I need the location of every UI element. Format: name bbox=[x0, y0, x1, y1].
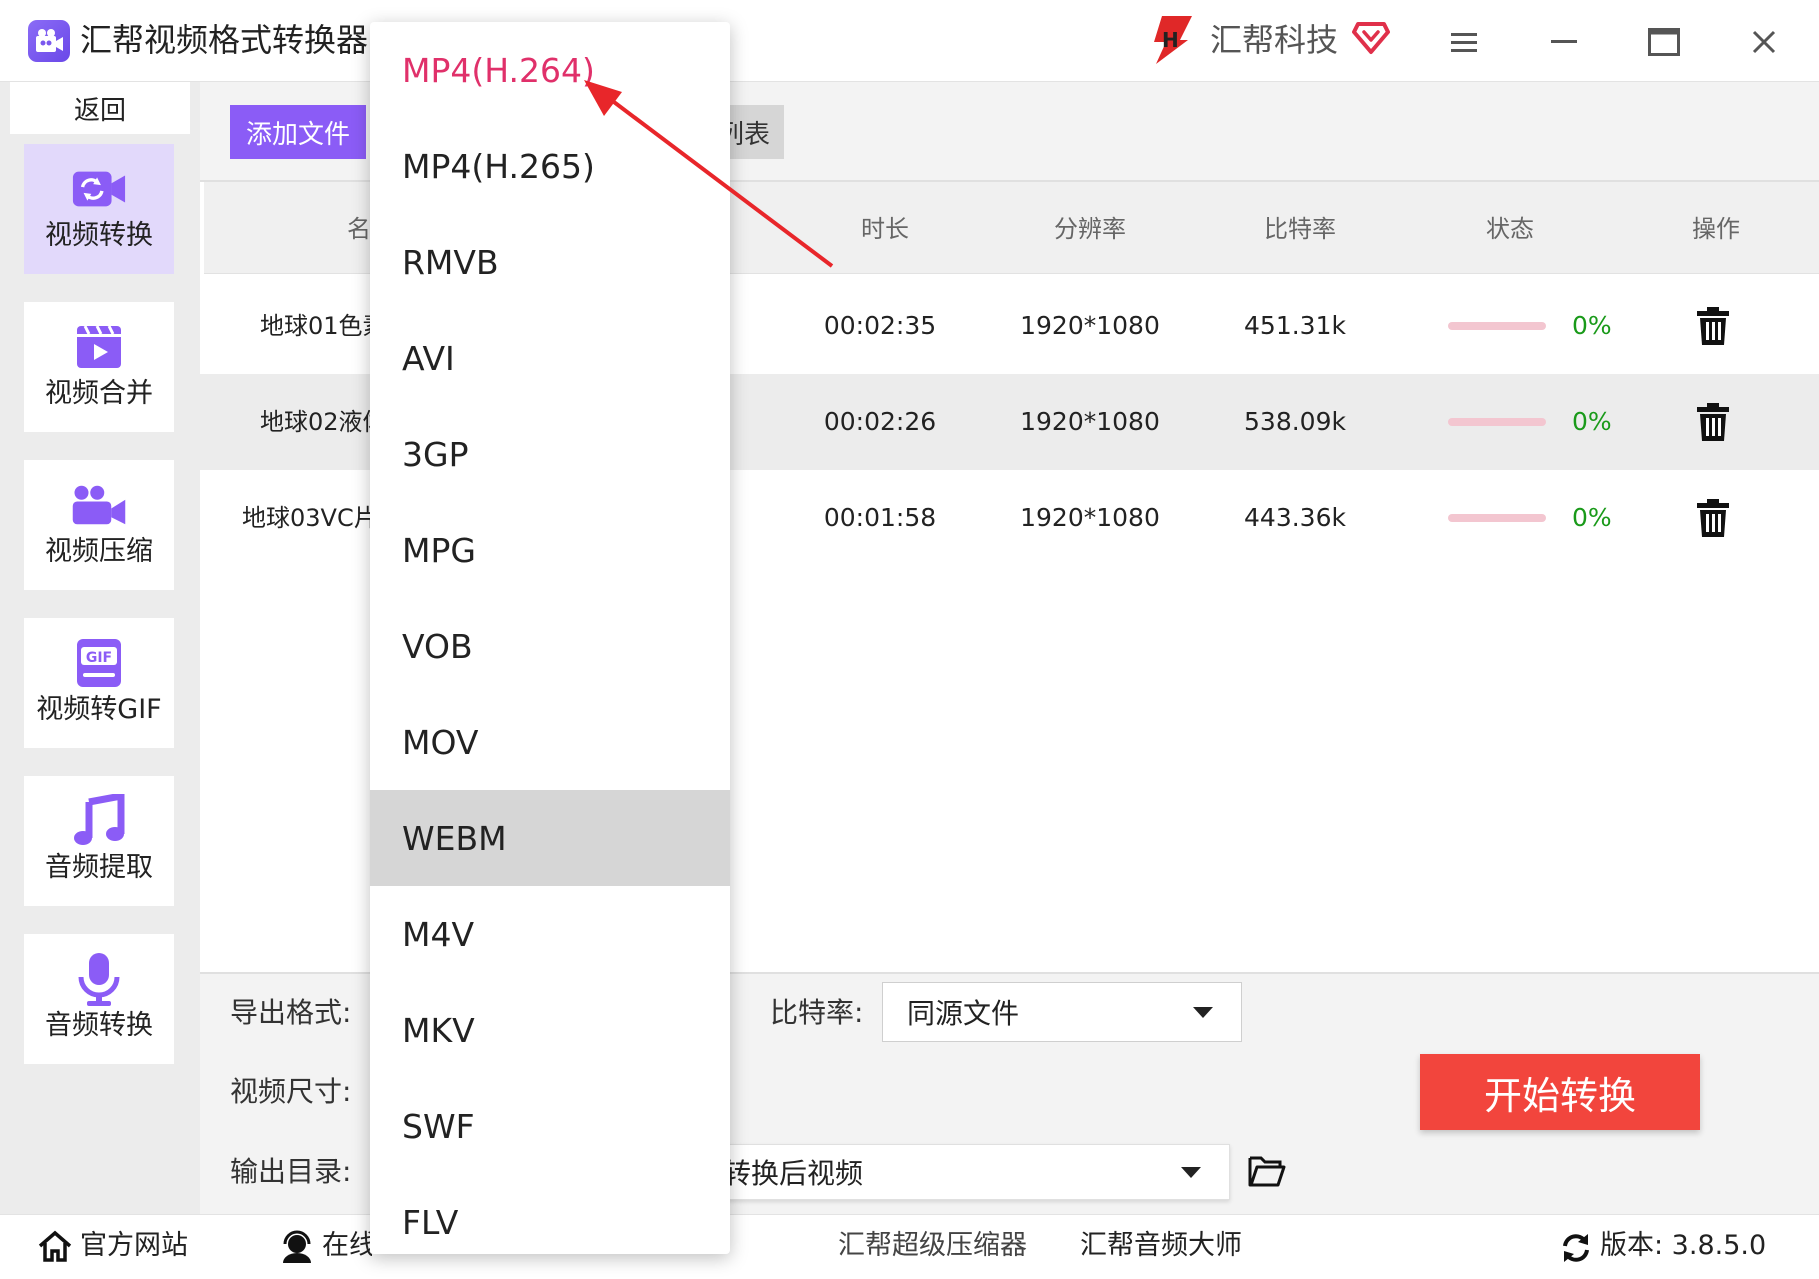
export-format-label: 导出格式: bbox=[230, 996, 352, 1029]
start-convert-button[interactable]: 开始转换 bbox=[1420, 1054, 1700, 1130]
sidebar-item-label: 音频转换 bbox=[45, 1010, 153, 1041]
svg-text:GIF: GIF bbox=[86, 650, 112, 666]
col-header-resolution: 分辨率 bbox=[1054, 215, 1126, 243]
trash-icon[interactable] bbox=[1696, 498, 1730, 538]
progress-percent: 0% bbox=[1572, 503, 1612, 532]
home-icon bbox=[38, 1230, 72, 1262]
file-bitrate: 451.31k bbox=[1244, 311, 1346, 340]
minimize-icon[interactable] bbox=[1542, 22, 1586, 62]
vip-diamond-icon[interactable] bbox=[1352, 20, 1390, 56]
bitrate-label: 比特率: bbox=[770, 996, 864, 1029]
format-option-mpg[interactable]: MPG bbox=[370, 502, 730, 598]
col-header-duration: 时长 bbox=[861, 215, 909, 243]
progress-bar bbox=[1448, 514, 1546, 522]
format-option-mov[interactable]: MOV bbox=[370, 694, 730, 790]
folder-open-icon[interactable] bbox=[1248, 1154, 1286, 1188]
app-title: 汇帮视频格式转换器 bbox=[80, 21, 369, 59]
format-option-avi[interactable]: AVI bbox=[370, 310, 730, 406]
music-note-icon bbox=[71, 794, 127, 845]
sidebar-item-video-compress[interactable]: 视频压缩 bbox=[24, 460, 174, 590]
chevron-down-icon bbox=[1181, 1167, 1201, 1178]
progress-percent: 0% bbox=[1572, 407, 1612, 436]
website-link[interactable]: 官方网站 bbox=[80, 1228, 188, 1264]
format-option-webm[interactable]: WEBM bbox=[370, 790, 730, 886]
close-icon[interactable] bbox=[1742, 22, 1786, 62]
app-logo-icon bbox=[28, 20, 70, 62]
video-merge-icon bbox=[71, 323, 127, 371]
customer-service-icon bbox=[283, 1230, 311, 1263]
sidebar-item-label: 视频合并 bbox=[45, 378, 153, 409]
sidebar-item-video-merge[interactable]: 视频合并 bbox=[24, 302, 174, 432]
sidebar-item-label: 视频转GIF bbox=[36, 694, 162, 725]
format-option-mp4-h265[interactable]: MP4(H.265) bbox=[370, 118, 730, 214]
sidebar-item-video-convert[interactable]: 视频转换 bbox=[24, 144, 174, 274]
refresh-icon[interactable] bbox=[1560, 1232, 1592, 1264]
online-support-link[interactable]: 在线客服 bbox=[322, 1228, 372, 1264]
sidebar-item-label: 音频提取 bbox=[45, 852, 153, 883]
format-option-rmvb[interactable]: RMVB bbox=[370, 214, 730, 310]
brand-logo-icon: H bbox=[1154, 16, 1192, 64]
format-dropdown[interactable]: MP4(H.264) MP4(H.265) RMVB AVI 3GP MPG V… bbox=[370, 22, 730, 1254]
file-name: 地球01色素 bbox=[260, 312, 370, 340]
sidebar-item-label: 视频转换 bbox=[45, 220, 153, 251]
gif-icon: GIF bbox=[71, 639, 127, 687]
file-resolution: 1920*1080 bbox=[1020, 503, 1160, 532]
format-option-mp4-h264[interactable]: MP4(H.264) bbox=[370, 22, 730, 118]
microphone-icon bbox=[71, 953, 127, 1006]
compressor-link[interactable]: 汇帮超级压缩器 bbox=[838, 1228, 1027, 1264]
chevron-down-icon bbox=[1193, 1007, 1213, 1018]
file-duration: 00:02:35 bbox=[823, 311, 937, 340]
format-option-m4v[interactable]: M4V bbox=[370, 886, 730, 982]
add-file-button[interactable]: 添加文件 bbox=[230, 105, 366, 159]
file-resolution: 1920*1080 bbox=[1020, 311, 1160, 340]
sidebar-item-audio-convert[interactable]: 音频转换 bbox=[24, 934, 174, 1064]
output-dir-select[interactable]: 转换后视频 bbox=[700, 1144, 1230, 1200]
brand-name: 汇帮科技 bbox=[1210, 21, 1339, 59]
format-option-flv[interactable]: FLV bbox=[370, 1174, 730, 1254]
file-duration: 00:02:26 bbox=[823, 407, 937, 436]
bitrate-select[interactable]: 同源文件 bbox=[882, 982, 1242, 1042]
video-compress-icon bbox=[71, 481, 127, 529]
back-button[interactable]: 返回 bbox=[10, 82, 190, 134]
sidebar-item-label: 视频压缩 bbox=[45, 536, 153, 567]
file-name: 地球02液体 bbox=[260, 408, 370, 436]
progress-bar bbox=[1448, 418, 1546, 426]
video-convert-icon bbox=[71, 165, 127, 213]
bitrate-value: 同源文件 bbox=[907, 997, 1020, 1030]
col-header-status: 状态 bbox=[1486, 215, 1534, 243]
trash-icon[interactable] bbox=[1696, 402, 1730, 442]
format-option-vob[interactable]: VOB bbox=[370, 598, 730, 694]
output-dir-label: 输出目录: bbox=[230, 1155, 352, 1188]
version-label: 版本: 3.8.5.0 bbox=[1600, 1230, 1767, 1261]
progress-bar bbox=[1448, 322, 1546, 330]
menu-icon[interactable] bbox=[1442, 22, 1486, 62]
maximize-icon[interactable] bbox=[1642, 22, 1686, 62]
sidebar-item-video-gif[interactable]: GIF 视频转GIF bbox=[24, 618, 174, 748]
format-option-mkv[interactable]: MKV bbox=[370, 982, 730, 1078]
file-duration: 00:01:58 bbox=[823, 503, 937, 532]
video-size-label: 视频尺寸: bbox=[230, 1075, 352, 1108]
file-bitrate: 538.09k bbox=[1244, 407, 1346, 436]
svg-text:H: H bbox=[1162, 28, 1179, 52]
col-header-bitrate: 比特率 bbox=[1264, 215, 1336, 243]
app-window: 汇帮视频格式转换器 H 汇帮科技 返回 视频转换 视频合并 视频压缩 GIF 视… bbox=[0, 0, 1819, 1279]
format-option-3gp[interactable]: 3GP bbox=[370, 406, 730, 502]
file-name: 地球03VC片 bbox=[242, 504, 370, 532]
sidebar-item-audio-extract[interactable]: 音频提取 bbox=[24, 776, 174, 906]
progress-percent: 0% bbox=[1572, 311, 1612, 340]
audio-master-link[interactable]: 汇帮音频大师 bbox=[1080, 1228, 1242, 1264]
trash-icon[interactable] bbox=[1696, 306, 1730, 346]
format-option-swf[interactable]: SWF bbox=[370, 1078, 730, 1174]
file-bitrate: 443.36k bbox=[1244, 503, 1346, 532]
col-header-action: 操作 bbox=[1692, 215, 1740, 243]
file-resolution: 1920*1080 bbox=[1020, 407, 1160, 436]
output-dir-value: 转换后视频 bbox=[723, 1157, 864, 1190]
